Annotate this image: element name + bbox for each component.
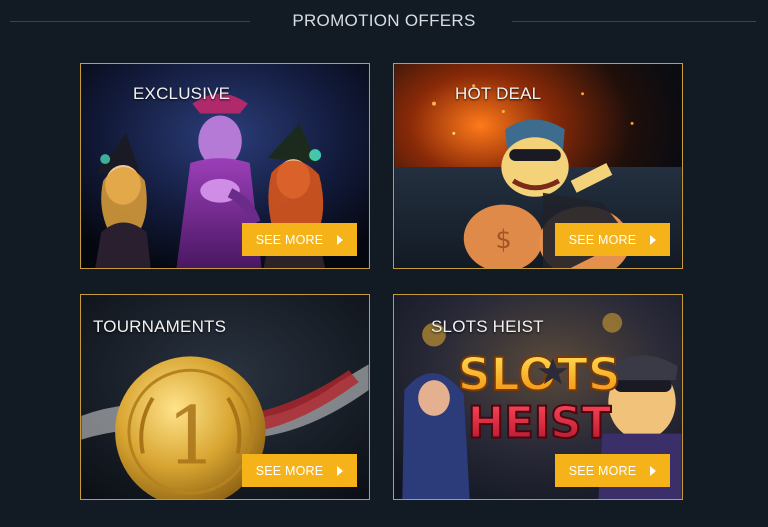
see-more-button[interactable]: SEE MORE (555, 454, 670, 487)
promo-card-exclusive[interactable]: EXCLUSIVE SEE MORE (80, 63, 370, 269)
promo-card-tournaments[interactable]: 1 TOURNAMENTS SEE MORE (80, 294, 370, 500)
see-more-button[interactable]: SEE MORE (242, 454, 357, 487)
see-more-button[interactable]: SEE MORE (555, 223, 670, 256)
card-label: TOURNAMENTS (93, 317, 227, 336)
card-label: EXCLUSIVE (133, 84, 231, 103)
caret-right-icon (337, 234, 344, 245)
slots-heist-logo-line1: SLOTS (458, 348, 621, 401)
promo-card-hot-deal[interactable]: $ $ HOT DEAL SEE MORE (393, 63, 683, 269)
card-label: HOT DEAL (455, 84, 542, 103)
promo-card-slots-heist[interactable]: SLOTS HEIST SLOTS HEIST SEE MORE (393, 294, 683, 500)
promotions-header: PROMOTION OFFERS (0, 0, 768, 44)
caret-right-icon (650, 465, 657, 476)
svg-text:$: $ (495, 225, 511, 255)
header-divider-right (512, 21, 756, 22)
caret-right-icon (650, 234, 657, 245)
caret-right-icon (337, 465, 344, 476)
slots-heist-logo-line2: HEIST (468, 399, 612, 449)
see-more-button[interactable]: SEE MORE (242, 223, 357, 256)
svg-text:1: 1 (167, 389, 217, 482)
card-label: SLOTS HEIST (431, 317, 544, 336)
